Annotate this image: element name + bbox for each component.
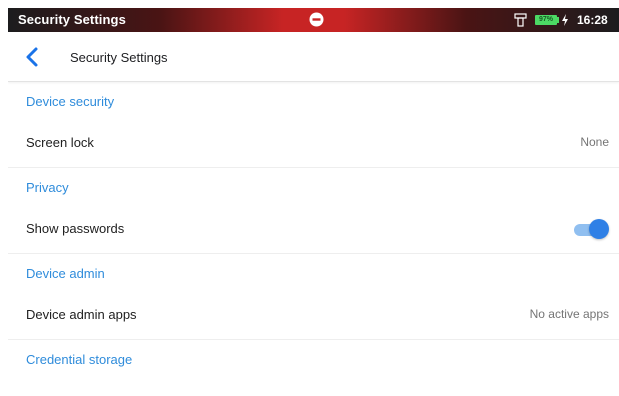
section-header-device-security: Device security	[26, 94, 115, 109]
screen-lock-label: Screen lock	[26, 135, 94, 150]
section-header-credential-storage: Credential storage	[26, 352, 133, 367]
phone-icon	[514, 13, 527, 27]
toggle-thumb	[589, 219, 609, 239]
app-window: Security Settings 97% 16:28 Security Set…	[8, 8, 619, 396]
page-title: Security Settings	[70, 50, 168, 65]
screen-lock-row[interactable]: Screen lock None	[8, 118, 619, 168]
do-not-disturb-icon	[309, 12, 324, 27]
device-admin-apps-label: Device admin apps	[26, 307, 137, 322]
device-admin-apps-value: No active apps	[529, 307, 609, 321]
battery-tip	[557, 17, 559, 23]
show-passwords-toggle[interactable]	[571, 219, 609, 239]
settings-list: Device security Screen lock None Privacy…	[8, 82, 619, 376]
screen-lock-value: None	[580, 135, 609, 149]
show-passwords-label: Show passwords	[26, 221, 125, 236]
battery-percent: 97%	[538, 16, 553, 23]
status-bar: Security Settings 97% 16:28	[8, 8, 619, 32]
status-bar-title: Security Settings	[18, 12, 126, 27]
charging-icon	[562, 14, 568, 26]
show-passwords-row[interactable]: Show passwords	[8, 204, 619, 254]
battery-icon: 97%	[535, 15, 557, 25]
section-header-privacy: Privacy	[26, 180, 69, 195]
device-admin-apps-row[interactable]: Device admin apps No active apps	[8, 290, 619, 340]
section-header-device-admin: Device admin	[26, 266, 105, 281]
back-arrow-icon[interactable]	[22, 46, 44, 68]
toolbar: Security Settings	[8, 32, 619, 82]
status-clock: 16:28	[577, 13, 608, 27]
